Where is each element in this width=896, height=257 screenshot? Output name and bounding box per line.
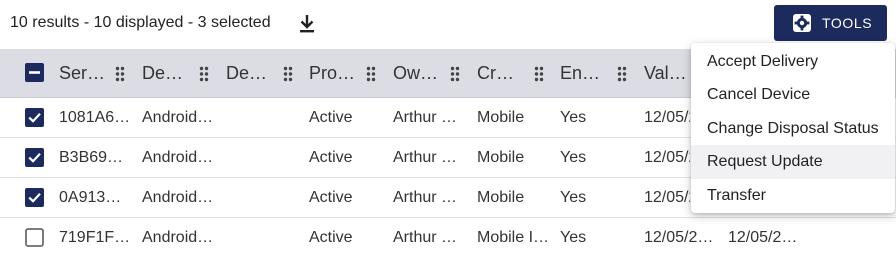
- cell-status: Active: [309, 108, 353, 126]
- drag-handle-icon[interactable]: [115, 66, 125, 82]
- cell-serial: 0A913…: [59, 188, 122, 206]
- cell-device: Android…: [142, 228, 214, 246]
- row-checkbox-checked[interactable]: [25, 147, 44, 167]
- cell-valid: 12/05/2…: [644, 188, 690, 206]
- cell-status: Active: [309, 188, 353, 206]
- header-valid[interactable]: Val…: [644, 49, 690, 97]
- download-icon[interactable]: [297, 13, 317, 35]
- row-checkbox-checked[interactable]: [25, 187, 44, 207]
- gear-icon: [792, 13, 812, 33]
- menu-item-request-update[interactable]: Request Update: [691, 145, 895, 179]
- cell-device: Android…: [142, 188, 214, 206]
- drag-handle-icon[interactable]: [199, 66, 209, 82]
- header-device[interactable]: De…: [142, 49, 198, 97]
- header-created[interactable]: Cr…: [477, 49, 533, 97]
- header-description[interactable]: De…: [226, 49, 282, 97]
- cell-valid: 12/05/2…: [644, 108, 690, 126]
- cell-created: Mobile: [477, 188, 525, 206]
- select-all-checkbox[interactable]: [25, 63, 44, 82]
- results-summary: 10 results - 10 displayed - 3 selected: [10, 14, 271, 31]
- table-row[interactable]: 719F1F… Android… Active Arthur … Mobile …: [0, 218, 896, 257]
- cell-owner: Arthur …: [393, 188, 458, 206]
- drag-handle-icon[interactable]: [534, 66, 544, 82]
- menu-item-transfer[interactable]: Transfer: [691, 179, 895, 212]
- cell-owner: Arthur …: [393, 108, 458, 126]
- drag-handle-icon[interactable]: [617, 66, 627, 82]
- cell-enabled: Yes: [560, 188, 587, 206]
- drag-handle-icon[interactable]: [450, 66, 460, 82]
- cell-valid: 12/05/2…: [644, 228, 714, 246]
- cell-enabled: Yes: [560, 148, 587, 166]
- cell-created: Mobile: [477, 108, 525, 126]
- drag-handle-icon[interactable]: [366, 66, 376, 82]
- menu-item-accept-delivery[interactable]: Accept Delivery: [691, 45, 895, 78]
- row-checkbox-checked[interactable]: [25, 107, 44, 127]
- header-serial[interactable]: Ser…: [59, 49, 115, 97]
- cell-enabled: Yes: [560, 228, 587, 246]
- cell-created: Mobile: [477, 148, 525, 166]
- header-enabled[interactable]: En…: [560, 49, 616, 97]
- toolbar: 10 results - 10 displayed - 3 selected T…: [0, 0, 896, 48]
- cell-owner: Arthur …: [393, 228, 458, 246]
- menu-item-cancel-device[interactable]: Cancel Device: [691, 78, 895, 111]
- header-owner[interactable]: Ow…: [393, 49, 449, 97]
- cell-device: Android…: [142, 108, 214, 126]
- tools-menu: Accept Delivery Cancel Device Change Dis…: [691, 43, 895, 213]
- cell-owner: Arthur …: [393, 148, 458, 166]
- drag-handle-icon[interactable]: [283, 66, 293, 82]
- menu-item-change-disposal-status[interactable]: Change Disposal Status: [691, 112, 895, 145]
- cell-enabled: Yes: [560, 108, 587, 126]
- row-checkbox-unchecked[interactable]: [25, 227, 44, 247]
- tools-button[interactable]: TOOLS: [774, 5, 887, 41]
- cell-valid: 12/05/2…: [644, 148, 690, 166]
- cell-status: Active: [309, 148, 353, 166]
- cell-extra: 12/05/2…: [728, 228, 798, 246]
- header-status[interactable]: Pro…: [309, 49, 365, 97]
- cell-serial: B3B69…: [59, 148, 124, 166]
- cell-serial: 1081A6…: [59, 108, 131, 126]
- cell-device: Android…: [142, 148, 214, 166]
- tools-label: TOOLS: [822, 15, 873, 31]
- cell-status: Active: [309, 228, 353, 246]
- cell-serial: 719F1F…: [59, 228, 131, 246]
- cell-created: Mobile I…: [477, 228, 550, 246]
